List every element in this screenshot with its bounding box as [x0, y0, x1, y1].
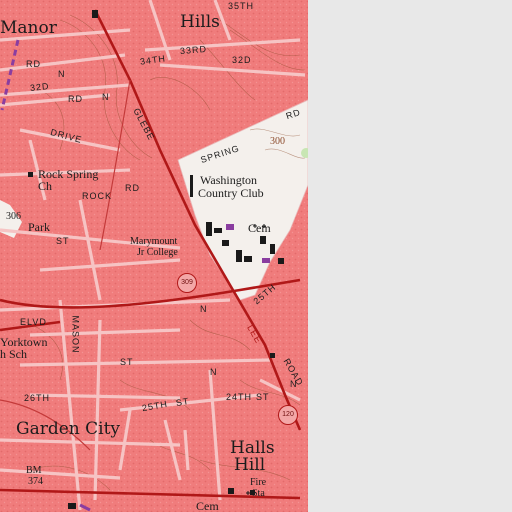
- benchmark-elevation: 374: [28, 476, 43, 487]
- route-shield-120: 120: [278, 405, 298, 425]
- street-rd-1: RD: [26, 59, 41, 69]
- street-rd-2: RD: [68, 94, 83, 104]
- street-n-1: N: [58, 69, 66, 79]
- street-35th: 35TH: [228, 1, 255, 11]
- street-32d: 32D: [232, 55, 252, 65]
- empty-canvas-area: [308, 0, 512, 512]
- street-n-4: N: [290, 379, 298, 389]
- elevation-306: 306: [6, 211, 21, 222]
- street-n-st: N: [210, 367, 218, 377]
- place-rock-spring-ch: Ch: [38, 179, 53, 193]
- street-rock: ROCK: [82, 191, 113, 201]
- place-fire: Fire: [250, 477, 267, 488]
- street-rock-rd: RD: [125, 183, 140, 193]
- place-washington: Washington: [200, 173, 258, 187]
- street-26th: 26TH: [24, 393, 51, 403]
- place-jr-college: Jr College: [137, 247, 178, 258]
- place-marymount: Marymount: [130, 236, 178, 247]
- benchmark-label: BM: [26, 465, 42, 476]
- street-st-24: ST: [256, 392, 270, 402]
- street-st-2: ST: [120, 357, 134, 367]
- place-garden-city: Garden City: [16, 419, 121, 439]
- street-n-2: N: [102, 92, 110, 102]
- place-cem-2: Cem: [196, 499, 219, 512]
- street-n-3: N: [200, 304, 208, 314]
- route-shield-309: 309: [177, 273, 197, 293]
- street-st-1: ST: [56, 236, 70, 246]
- place-park: Park: [28, 220, 50, 234]
- place-manor: Manor: [0, 18, 57, 38]
- place-hill: Hill: [234, 455, 266, 475]
- street-mason: MASON: [70, 315, 81, 354]
- place-yorktown-sch: h Sch: [0, 347, 27, 361]
- elevation-300: 300: [270, 136, 285, 147]
- place-fire-sta: Sta: [252, 488, 265, 499]
- place-country-club: Country Club: [198, 186, 264, 200]
- place-cem-1: Cem: [248, 221, 271, 235]
- street-24th: 24TH: [226, 392, 253, 402]
- topo-map-tile[interactable]: Manor Hills Washington Country Club Cem …: [0, 0, 308, 512]
- place-hills: Hills: [180, 12, 220, 32]
- street-elvd: ELVD: [20, 317, 47, 327]
